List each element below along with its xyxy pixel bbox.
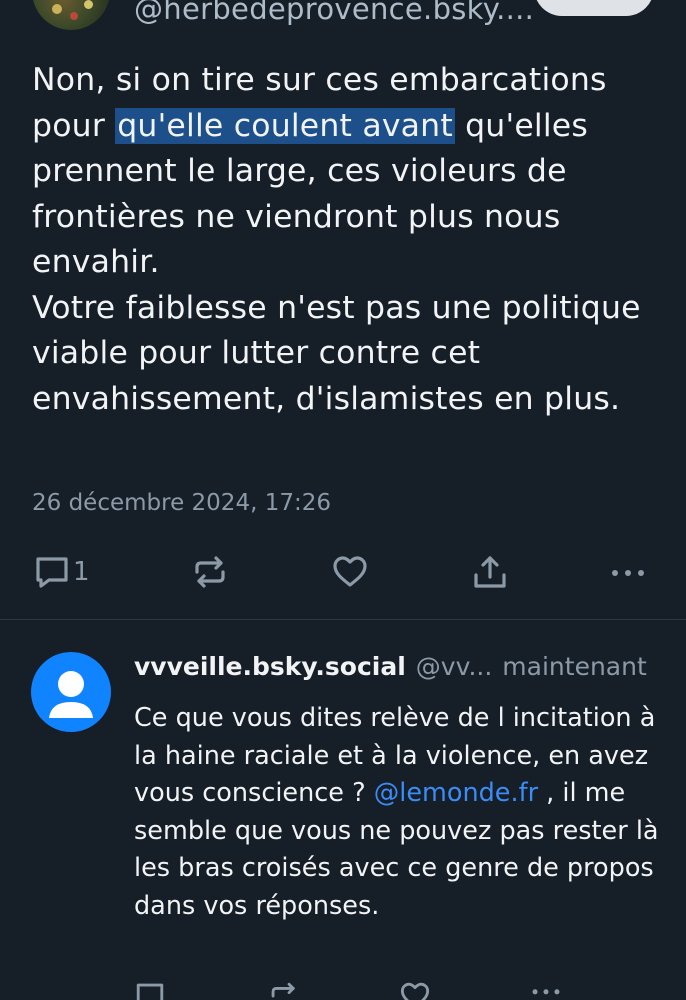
reply-header: vvveille.bsky.social @vv... maintenant xyxy=(134,652,658,681)
repost-arrows-icon xyxy=(271,982,295,998)
author-avatar[interactable] xyxy=(32,0,110,30)
post-action-bar: 1 xyxy=(0,550,686,594)
like-button[interactable] xyxy=(331,550,369,594)
reply-author-avatar[interactable] xyxy=(31,652,111,732)
repost-arrows-icon xyxy=(195,556,225,588)
ellipsis-icon xyxy=(612,570,644,576)
post-timestamp: 26 décembre 2024, 17:26 xyxy=(32,490,331,516)
heart-icon xyxy=(333,556,367,587)
reply-count: 1 xyxy=(73,557,90,587)
share-button[interactable] xyxy=(471,550,509,594)
share-upload-icon xyxy=(474,556,506,588)
reply-display-name[interactable]: vvveille.bsky.social xyxy=(134,652,406,681)
more-options-button[interactable] xyxy=(609,550,647,594)
post-paragraph-2: Votre faiblesse n'est pas une politique … xyxy=(32,289,641,417)
reply-more-button[interactable] xyxy=(530,974,562,1000)
reply-repost-button[interactable] xyxy=(268,974,300,1000)
author-handle[interactable]: @herbedeprovence.bsky.... xyxy=(134,0,534,26)
thread-view: @herbedeprovence.bsky.... Non, si on tir… xyxy=(0,0,686,1000)
reply-timestamp: maintenant xyxy=(502,652,647,681)
ellipsis-icon xyxy=(532,989,560,995)
thread-divider xyxy=(0,619,686,620)
reply-like-button[interactable] xyxy=(399,974,431,1000)
default-user-icon xyxy=(49,671,93,718)
speech-bubble-icon xyxy=(136,983,164,1000)
reply-action-bar xyxy=(0,974,686,1000)
reply-handle[interactable]: @vv... xyxy=(416,652,493,681)
reply-reply-button[interactable] xyxy=(134,974,166,1000)
speech-bubble-icon xyxy=(36,557,68,588)
mention-link[interactable]: @lemonde.fr xyxy=(374,778,538,808)
follow-button[interactable] xyxy=(534,0,654,16)
heart-icon xyxy=(400,982,430,1000)
post-text: Non, si on tire sur ces embarcations pou… xyxy=(32,58,662,422)
reply-button[interactable]: 1 xyxy=(33,550,90,594)
repost-button[interactable] xyxy=(191,550,229,594)
post-paragraph-1: Non, si on tire sur ces embarcations pou… xyxy=(32,58,662,286)
reply-paragraph: Ce que vous dites relève de l incitation… xyxy=(134,700,664,925)
reply-text: Ce que vous dites relève de l incitation… xyxy=(134,700,664,925)
selected-text: qu'elle coulent avant xyxy=(115,107,455,144)
